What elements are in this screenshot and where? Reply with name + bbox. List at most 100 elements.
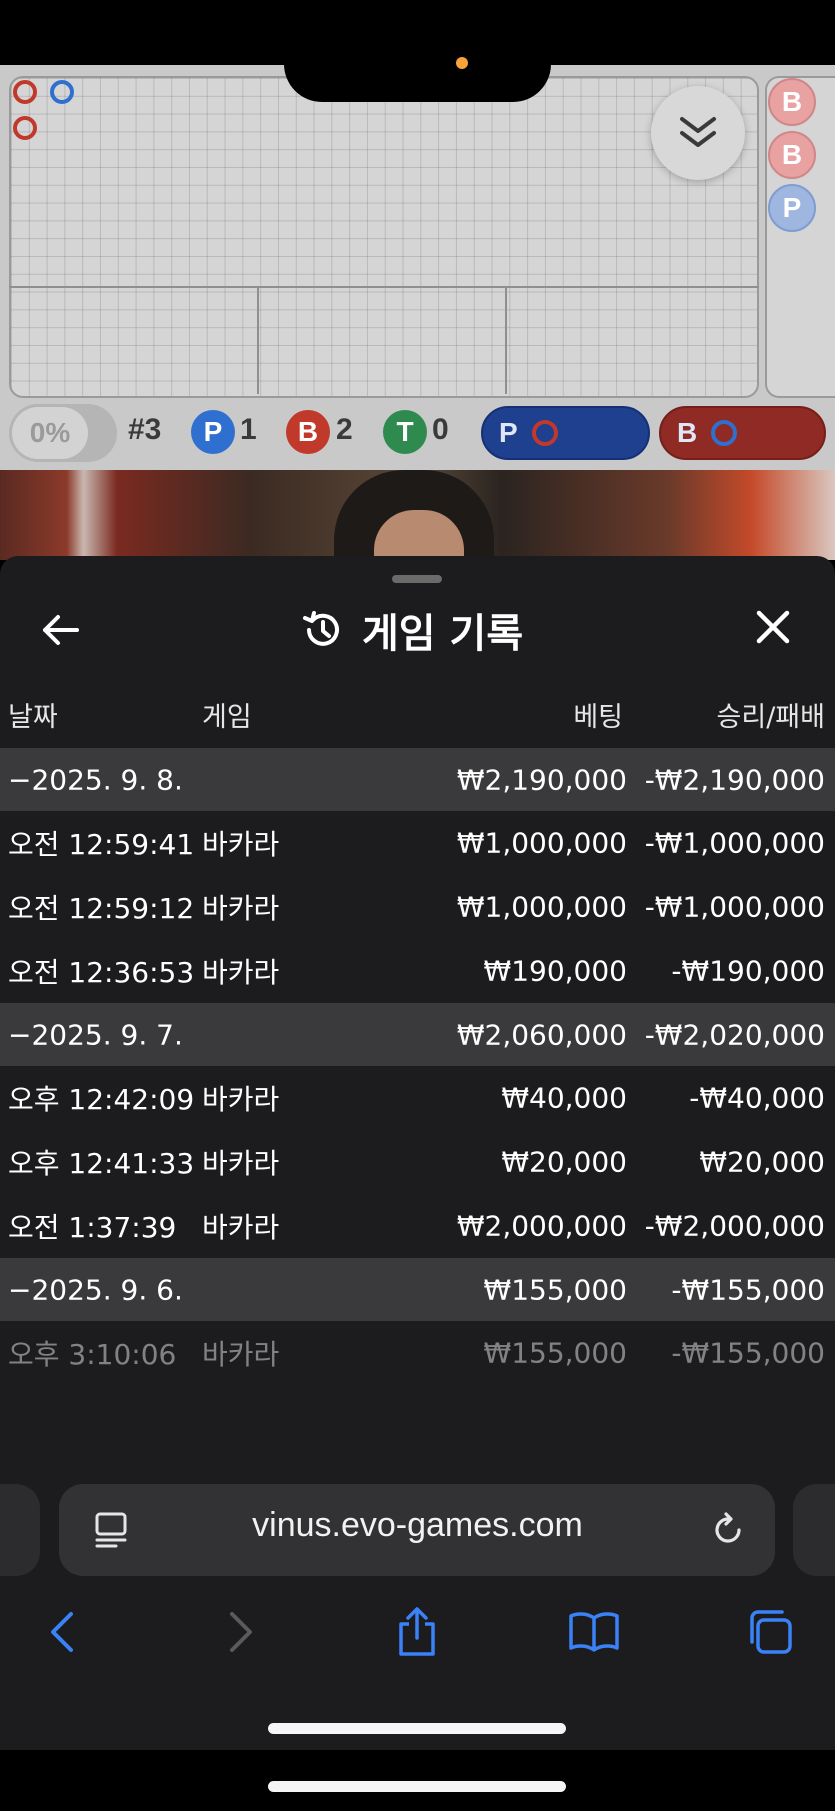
date-group-row[interactable]: −2025. 9. 6. ₩155,000 -₩155,000 [0, 1258, 835, 1321]
round-number: #3 [128, 413, 162, 446]
sheet-header: 게임 기록 [300, 600, 523, 660]
history-table-body: −2025. 9. 8. ₩2,190,000 -₩2,190,000 오전 1… [0, 748, 835, 1385]
sheet-grabber[interactable] [392, 575, 442, 583]
column-header-win-loss: 승리/패배 [716, 702, 825, 733]
table-header: 날짜 게임 베팅 승리/패배 [0, 695, 835, 735]
previous-tab-peek[interactable] [0, 1484, 40, 1576]
table-row[interactable]: 오전 12:59:12 바카라 ₩1,000,000 -₩1,000,000 [0, 875, 835, 939]
reload-icon[interactable] [708, 1510, 748, 1550]
chevron-left-icon [51, 1612, 73, 1652]
row-bet: ₩2,000,000 [456, 1209, 627, 1243]
banker-marker-icon [531, 420, 558, 446]
banker-count-badge: B [286, 410, 330, 454]
home-indicator [268, 1723, 566, 1734]
row-time: 오후 3:10:06 [8, 1338, 177, 1371]
banker-predict-button[interactable]: B [659, 406, 826, 460]
banker-predict-label: B [677, 417, 698, 448]
table-row[interactable]: 오후 3:10:06 바카라 ₩155,000 -₩155,000 [0, 1321, 835, 1385]
group-bet-total: ₩2,190,000 [456, 763, 627, 796]
url-text[interactable]: vinus.evo-games.com [150, 1506, 685, 1545]
camera-indicator [456, 57, 468, 69]
group-result-total: -₩2,020,000 [644, 1018, 825, 1051]
row-bet: ₩20,000 [501, 1145, 627, 1179]
row-time: 오후 12:41:33 [8, 1147, 195, 1180]
bead-road-marker: B [768, 131, 816, 179]
device-notch [284, 0, 551, 102]
player-marker-icon [711, 420, 738, 446]
group-result-total: -₩155,000 [671, 1273, 825, 1306]
group-date: −2025. 9. 6. [8, 1273, 183, 1306]
road-divider [257, 288, 259, 394]
row-bet: ₩155,000 [483, 1336, 627, 1370]
player-predict-button[interactable]: P [481, 406, 650, 460]
road-divider [9, 286, 759, 288]
row-result: -₩1,000,000 [644, 826, 825, 860]
row-game: 바카라 [202, 956, 280, 989]
player-road-marker [50, 80, 74, 104]
table-row[interactable]: 오전 1:37:39 바카라 ₩2,000,000 -₩2,000,000 [0, 1194, 835, 1258]
row-result: ₩20,000 [699, 1145, 825, 1179]
next-tab-peek[interactable] [793, 1484, 835, 1576]
tie-count-badge: T [383, 410, 427, 454]
bead-road-marker: B [768, 78, 816, 126]
row-time: 오전 12:36:53 [8, 956, 195, 989]
table-row[interactable]: 오전 12:59:41 바카라 ₩1,000,000 -₩1,000,000 [0, 811, 835, 875]
home-indicator [268, 1781, 566, 1792]
column-header-date: 날짜 [8, 702, 58, 733]
close-button[interactable] [748, 602, 798, 652]
percent-toggle-knob: 0% [12, 407, 88, 459]
row-bet: ₩1,000,000 [456, 890, 627, 924]
share-button[interactable] [387, 1602, 447, 1662]
back-nav-button[interactable] [32, 1602, 92, 1662]
share-icon [399, 1607, 435, 1656]
row-game: 바카라 [202, 828, 280, 861]
row-game: 바카라 [202, 1147, 280, 1180]
row-game: 바카라 [202, 1083, 280, 1116]
date-group-row[interactable]: −2025. 9. 7. ₩2,060,000 -₩2,020,000 [0, 1003, 835, 1066]
group-date: −2025. 9. 8. [8, 763, 183, 796]
tabs-icon [750, 1610, 792, 1654]
bead-road-marker: P [768, 184, 816, 232]
sheet-title: 게임 기록 [362, 611, 524, 657]
column-header-game: 게임 [202, 702, 252, 733]
row-result: -₩40,000 [689, 1081, 825, 1115]
banker-road-marker [13, 116, 37, 140]
tabs-button[interactable] [741, 1602, 801, 1662]
close-icon [756, 610, 790, 644]
collapse-button[interactable] [651, 86, 745, 180]
table-row[interactable]: 오후 12:42:09 바카라 ₩40,000 -₩40,000 [0, 1066, 835, 1130]
group-date: −2025. 9. 7. [8, 1018, 183, 1051]
row-time: 오전 1:37:39 [8, 1211, 177, 1244]
row-bet: ₩1,000,000 [456, 826, 627, 860]
row-time: 오전 12:59:41 [8, 828, 195, 861]
player-predict-label: P [499, 417, 518, 448]
banker-road-marker [13, 80, 37, 104]
row-time: 오전 12:59:12 [8, 892, 195, 925]
column-header-bet: 베팅 [573, 702, 623, 733]
tie-count: 0 [432, 413, 449, 446]
row-result: -₩190,000 [671, 954, 825, 988]
bookmarks-button[interactable] [564, 1602, 624, 1662]
big-road-grid [9, 76, 759, 398]
book-icon [569, 1612, 619, 1652]
table-row[interactable]: 오후 12:41:33 바카라 ₩20,000 ₩20,000 [0, 1130, 835, 1194]
page-menu-icon[interactable] [92, 1510, 132, 1550]
row-bet: ₩190,000 [483, 954, 627, 988]
double-chevron-down-icon [680, 117, 716, 147]
chevron-right-icon [230, 1612, 252, 1652]
date-group-row[interactable]: −2025. 9. 8. ₩2,190,000 -₩2,190,000 [0, 748, 835, 811]
road-divider [505, 288, 507, 394]
row-result: -₩1,000,000 [644, 890, 825, 924]
group-bet-total: ₩155,000 [483, 1273, 627, 1306]
back-button[interactable] [36, 605, 86, 655]
table-row[interactable]: 오전 12:36:53 바카라 ₩190,000 -₩190,000 [0, 939, 835, 1003]
group-result-total: -₩2,190,000 [644, 763, 825, 796]
row-result: -₩2,000,000 [644, 1209, 825, 1243]
row-game: 바카라 [202, 1338, 280, 1371]
group-bet-total: ₩2,060,000 [456, 1018, 627, 1051]
arrow-left-icon [43, 615, 79, 645]
row-game: 바카라 [202, 1211, 280, 1244]
banker-count: 2 [336, 413, 353, 446]
history-icon [303, 611, 339, 646]
forward-nav-button[interactable] [211, 1602, 271, 1662]
